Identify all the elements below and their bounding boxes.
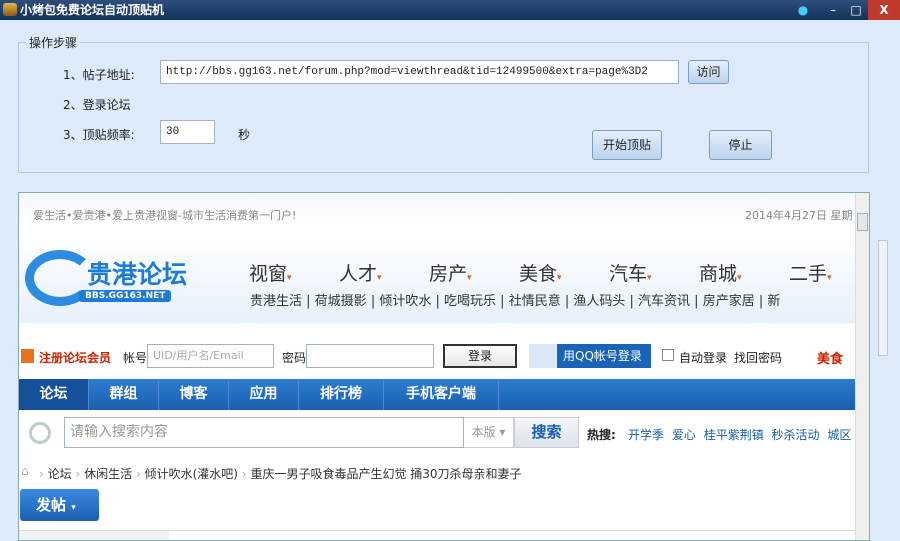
- slogan: 爱生活•爱贵港•爱上贵港视窗-城市生活消费第一门户!: [33, 209, 297, 222]
- search-icon: [29, 422, 51, 444]
- sub-nav-item[interactable]: 荷城摄影: [315, 294, 367, 309]
- forum-tabs: 论坛 群组 博客 应用 排行榜 手机客户端: [19, 379, 855, 410]
- date: 2014年4月27日 星期: [745, 209, 853, 222]
- group-title: 操作步骤: [26, 34, 81, 51]
- sub-nav-item[interactable]: 社情民意: [509, 294, 561, 309]
- sub-nav-item[interactable]: 新: [767, 294, 780, 309]
- sub-nav-item[interactable]: 汽车资讯: [638, 294, 690, 309]
- tab-forum[interactable]: 论坛: [19, 379, 89, 410]
- tab-ranking[interactable]: 排行榜: [299, 379, 384, 410]
- account-label: 帐号: [123, 351, 148, 365]
- main-nav-item[interactable]: 商城▾: [699, 259, 789, 286]
- hot-search-label: 热搜:: [587, 428, 616, 442]
- logo-sub: BBS.GG163.NET: [79, 290, 172, 302]
- account-input[interactable]: UID/用户名/Email: [147, 344, 274, 368]
- sub-nav-item[interactable]: 房产家居: [703, 294, 755, 309]
- main-nav-item[interactable]: 视窗▾: [249, 259, 339, 286]
- sub-nav: 贵港生活 | 荷城摄影 | 倾计吹水 | 吃喝玩乐 | 社情民意 | 渔人码头 …: [250, 294, 781, 309]
- minimize-button[interactable]: –: [822, 0, 844, 20]
- password-label: 密码: [282, 351, 307, 365]
- search-button[interactable]: 搜索: [514, 417, 579, 448]
- sub-nav-item[interactable]: 倾计吹水: [379, 294, 431, 309]
- breadcrumb-item[interactable]: 重庆一男子吸食毒品产生幻觉 捅30刀杀母亲和妻子: [250, 467, 521, 481]
- breadcrumb: › 论坛 › 休闲生活 › 倾计吹水(灌水吧) › 重庆一男子吸食毒品产生幻觉 …: [39, 467, 522, 481]
- password-input[interactable]: [306, 344, 434, 368]
- find-password-link[interactable]: 找回密码: [734, 349, 782, 366]
- page-scrollbar[interactable]: [855, 193, 869, 540]
- url-label: 1、帖子地址:: [63, 68, 135, 82]
- visit-button[interactable]: 访问: [688, 60, 729, 84]
- title-bar: 小烤包免费论坛自动顶贴机: [0, 0, 900, 20]
- app-icon: [3, 3, 17, 16]
- qq-login-button[interactable]: 用QQ帐号登录: [529, 344, 651, 368]
- breadcrumb-item[interactable]: 论坛: [48, 467, 72, 481]
- window-title: 小烤包免费论坛自动顶贴机: [20, 3, 165, 17]
- start-button[interactable]: 开始顶贴: [592, 130, 662, 160]
- tab-blog[interactable]: 博客: [159, 379, 229, 410]
- unit-label: 秒: [238, 128, 251, 142]
- promo-link[interactable]: 美食: [817, 348, 843, 367]
- sidebar-stub: [19, 531, 169, 540]
- hot-search-item[interactable]: 爱心: [672, 428, 696, 442]
- main-nav-item[interactable]: 房产▾: [429, 259, 519, 286]
- interval-input[interactable]: 30: [160, 120, 215, 144]
- tab-mobile[interactable]: 手机客户端: [384, 379, 499, 410]
- main-nav-item[interactable]: 美食▾: [519, 259, 609, 286]
- web-browser[interactable]: 爱生活•爱贵港•爱上贵港视窗-城市生活消费第一门户! 2014年4月27日 星期…: [18, 192, 870, 541]
- page-scrollbar-thumb[interactable]: [857, 213, 868, 231]
- new-post-button[interactable]: 发帖 ▾: [20, 489, 99, 521]
- skin-icon[interactable]: ●: [792, 0, 814, 20]
- auto-login-checkbox[interactable]: [662, 349, 674, 361]
- hot-search-item[interactable]: 城区: [827, 428, 851, 442]
- search-scope-select[interactable]: 本版 ▾: [464, 417, 514, 448]
- interval-label: 3、顶贴频率:: [63, 128, 135, 142]
- user-icon: [21, 349, 34, 363]
- hot-search-item[interactable]: 开学季: [628, 428, 664, 442]
- tab-apps[interactable]: 应用: [229, 379, 299, 410]
- breadcrumb-item[interactable]: 休闲生活: [84, 467, 132, 481]
- maximize-button[interactable]: □: [845, 0, 867, 20]
- register-link[interactable]: 注册论坛会员: [39, 349, 111, 366]
- outer-scrollbar[interactable]: [878, 240, 888, 356]
- auto-login-label: 自动登录: [679, 351, 728, 365]
- search-input[interactable]: 请输入搜索内容: [64, 417, 464, 448]
- login-button[interactable]: 登录: [443, 344, 517, 368]
- hot-search-item[interactable]: 秒杀活动: [772, 428, 820, 442]
- hot-search-list: 开学季 爱心 桂平紫荆镇 秒杀活动 城区: [628, 426, 851, 443]
- hot-search-item[interactable]: 桂平紫荆镇: [704, 428, 764, 442]
- close-button[interactable]: X: [868, 0, 900, 20]
- home-icon[interactable]: ⌂: [21, 464, 29, 478]
- logo-text[interactable]: 贵港论坛: [87, 255, 187, 291]
- url-input[interactable]: http://bbs.gg163.net/forum.php?mod=viewt…: [160, 60, 679, 84]
- sub-nav-item[interactable]: 贵港生活: [250, 294, 302, 309]
- login-step-label: 2、登录论坛: [63, 98, 131, 112]
- breadcrumb-item[interactable]: 倾计吹水(灌水吧): [145, 467, 238, 481]
- main-nav: 视窗▾ 人才▾ 房产▾ 美食▾ 汽车▾ 商城▾ 二手▾: [249, 259, 869, 286]
- sub-nav-item[interactable]: 渔人码头: [573, 294, 625, 309]
- stop-button[interactable]: 停止: [709, 130, 772, 160]
- main-nav-item[interactable]: 汽车▾: [609, 259, 699, 286]
- sub-nav-item[interactable]: 吃喝玩乐: [444, 294, 496, 309]
- tab-groups[interactable]: 群组: [89, 379, 159, 410]
- main-nav-item[interactable]: 人才▾: [339, 259, 429, 286]
